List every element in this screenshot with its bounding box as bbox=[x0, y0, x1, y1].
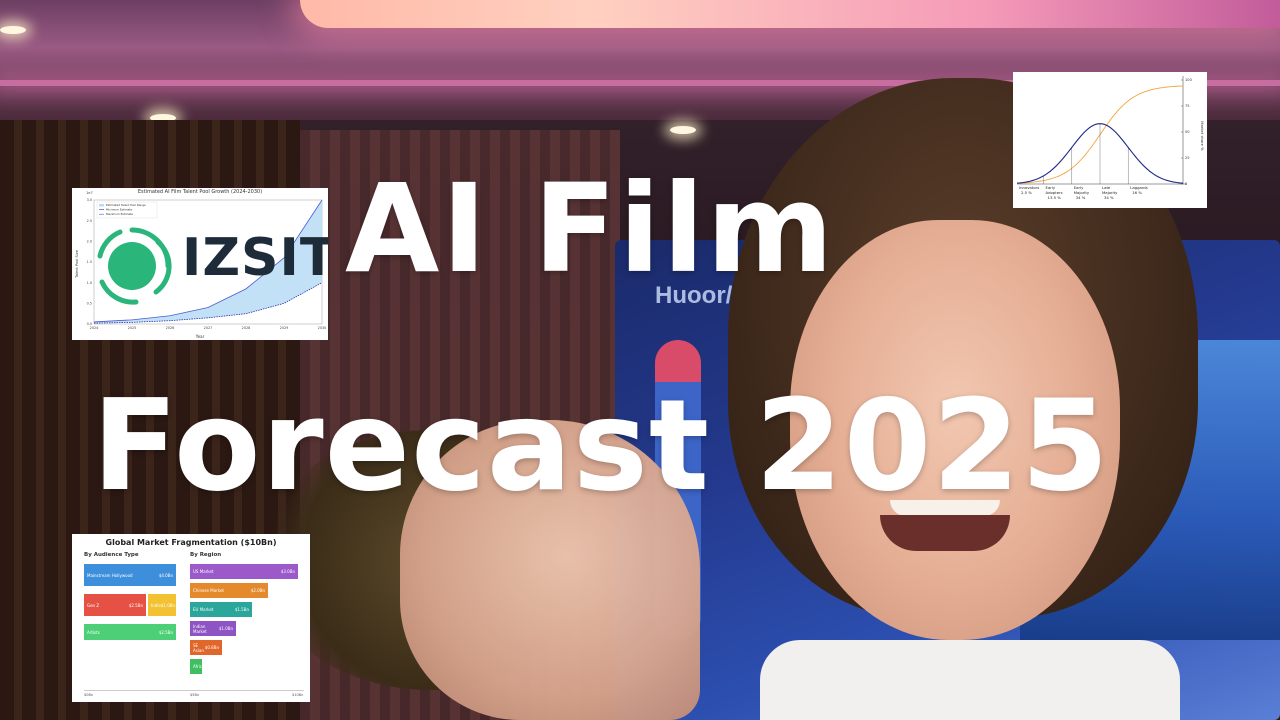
bar-label: SE Asian bbox=[193, 642, 204, 653]
title-line-2: Forecast 2025 bbox=[92, 372, 1110, 519]
y-tick-label: 75 bbox=[1185, 104, 1190, 108]
market-bar: EU Market $1.5Bn bbox=[190, 602, 252, 617]
y-tick-label: 0 bbox=[1185, 182, 1188, 186]
legend-entry: Minimum Estimate bbox=[106, 208, 132, 212]
x-tick-label: 2024 bbox=[90, 326, 99, 330]
market-bar: SE Asian $0.8Bn bbox=[190, 640, 222, 655]
axis-tick-label: $10Bn bbox=[292, 693, 304, 697]
legend-entry: Maximum Estimate bbox=[106, 212, 133, 216]
axis-tick-label: $5Bn bbox=[190, 693, 200, 697]
person-mouth bbox=[880, 515, 1010, 551]
bar-label: Chinese Market bbox=[193, 588, 225, 593]
market-bar: Chinese Market $2.0Bn bbox=[190, 583, 268, 598]
bar-value: $2.5Bn bbox=[158, 629, 173, 635]
y-tick-label: 1.5 bbox=[87, 260, 92, 264]
bar-label: Gen Z bbox=[87, 602, 100, 608]
izsit-logo-text: IZSIT bbox=[182, 228, 328, 288]
y-tick-label: 2.5 bbox=[87, 219, 92, 223]
segment-percent: 16 % bbox=[1132, 190, 1142, 195]
market-bar: Indian Market $1.0Bn bbox=[190, 621, 236, 636]
bar-value: $4.0Bn bbox=[158, 572, 173, 578]
x-tick-label: 2030 bbox=[318, 326, 327, 330]
bar-label: EU Market bbox=[193, 607, 214, 612]
ceiling-spotlight bbox=[0, 26, 26, 34]
adoption-curve-chart: 0255075100Innovators2.5 %EarlyAdopters13… bbox=[1016, 76, 1205, 200]
x-axis-label: Year bbox=[195, 334, 205, 339]
group-title-region: By Region bbox=[190, 552, 222, 558]
legend-entry: Estimated Talent Pool Range bbox=[106, 203, 146, 207]
izsit-logo: IZSIT bbox=[96, 226, 328, 306]
bar-value: $1.0Bn bbox=[160, 602, 176, 608]
izsit-logo-mark-icon bbox=[97, 227, 172, 305]
x-tick-label: 2029 bbox=[280, 326, 289, 330]
y-tick-label: 50 bbox=[1185, 130, 1190, 134]
group-title-audience: By Audience Type bbox=[84, 552, 139, 558]
bar-label: Indian Market bbox=[193, 623, 207, 634]
segment-percent: 2.5 % bbox=[1021, 190, 1032, 195]
chart-scale-label: 1e7 bbox=[86, 191, 93, 195]
y-tick-label: 100 bbox=[1185, 78, 1193, 82]
y-tick-label: 25 bbox=[1185, 156, 1190, 160]
bar-value: $2.0Bn bbox=[250, 588, 265, 593]
x-tick-label: 2026 bbox=[166, 326, 175, 330]
y-axis-label: Talent Pool Size bbox=[75, 249, 79, 279]
x-tick-label: 2025 bbox=[128, 326, 137, 330]
bar-label: Artists bbox=[87, 629, 100, 635]
bar-value: $2.5Bn bbox=[128, 602, 143, 608]
y-tick-label: 3.0 bbox=[87, 198, 92, 202]
chart-legend: Estimated Talent Pool RangeMinimum Estim… bbox=[96, 201, 158, 219]
bar-label: Mainstream Hollywood bbox=[87, 572, 133, 578]
axis-tick-label: $0Bn bbox=[84, 693, 94, 697]
x-tick-label: 2028 bbox=[242, 326, 251, 330]
title-line-1: AI Film bbox=[345, 158, 836, 300]
adoption-curve-panel: 0 25 50 75 100 Innovators 2.5 % Early Adopters 13… bbox=[1013, 72, 1207, 208]
y-tick-label: 2.0 bbox=[87, 240, 92, 244]
chart-title: Estimated AI Film Talent Pool Growth (20… bbox=[138, 189, 262, 195]
market-bar: Afric $0 bbox=[190, 659, 207, 674]
neon-light-strip bbox=[300, 0, 1280, 28]
segment-percent: 13.5 % bbox=[1048, 195, 1062, 200]
market-bar: Gen Z $2.5Bn bbox=[84, 594, 146, 616]
person-shirt bbox=[760, 640, 1180, 720]
y-tick-label: 1.0 bbox=[87, 281, 92, 285]
market-bar: Indie $1.0Bn bbox=[148, 594, 176, 616]
bar-value: $1.5Bn bbox=[234, 607, 249, 612]
segment-percent: 34 % bbox=[1104, 195, 1114, 200]
market-fragmentation-panel: Global Market Fragmentation ($10Bn) By A… bbox=[72, 534, 310, 702]
bar-label: Afric bbox=[193, 664, 202, 669]
segment-percent: 34 % bbox=[1076, 195, 1086, 200]
x-tick-label: 2027 bbox=[204, 326, 213, 330]
talent-pool-chart-panel: Estimated AI Film Talent Pool Growth (20… bbox=[72, 188, 328, 340]
market-bar: US Market $3.0Bn bbox=[190, 564, 298, 579]
bar-label: Indie bbox=[151, 602, 161, 608]
y-axis-label: Market share % bbox=[1200, 121, 1205, 151]
bar-value: $0.8Bn bbox=[204, 645, 219, 650]
bar-value: $1.0Bn bbox=[218, 626, 233, 631]
legend-swatch bbox=[99, 204, 104, 207]
x-axis-line bbox=[84, 690, 304, 691]
bar-value: $3.0Bn bbox=[280, 569, 295, 574]
bar-label: US Market bbox=[193, 569, 214, 574]
chart-title: Global Market Fragmentation ($10Bn) bbox=[105, 538, 277, 547]
y-tick-label: 0.5 bbox=[87, 302, 92, 306]
ceiling-spotlight bbox=[670, 126, 696, 134]
market-bar: Artists $2.5Bn bbox=[84, 624, 176, 640]
bar-value: $0 bbox=[201, 664, 208, 669]
market-bar: Mainstream Hollywood $4.0Bn bbox=[84, 564, 176, 586]
